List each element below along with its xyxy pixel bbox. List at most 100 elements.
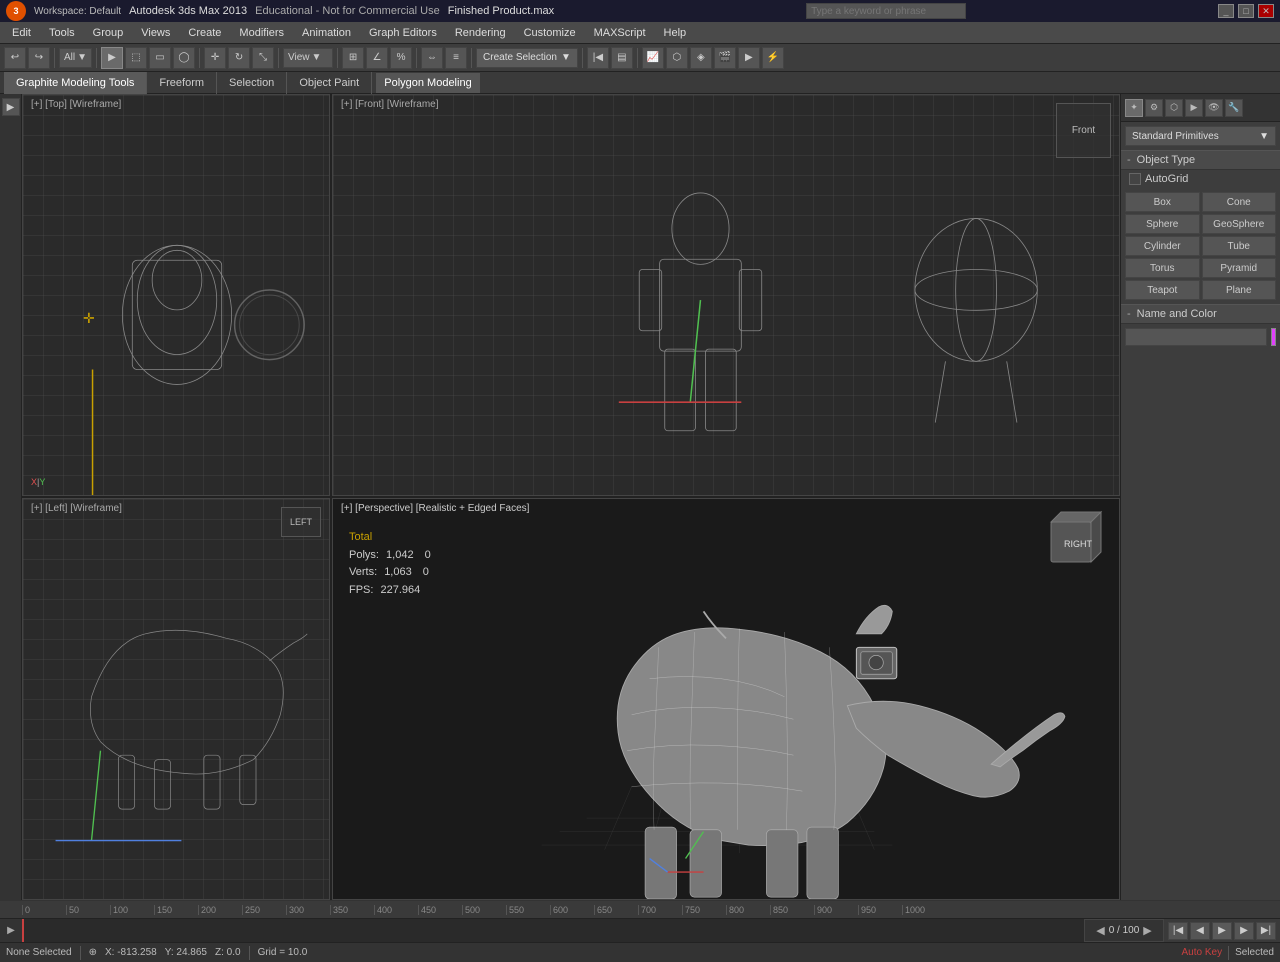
selection-filter-dropdown[interactable]: All ▼ xyxy=(59,48,92,68)
tab-graphite-modeling[interactable]: Graphite Modeling Tools xyxy=(4,72,147,94)
tab-freeform[interactable]: Freeform xyxy=(147,72,217,94)
autogrid-checkbox[interactable] xyxy=(1129,173,1141,185)
layer-manager[interactable]: ▤ xyxy=(611,47,633,69)
object-name-input[interactable] xyxy=(1125,328,1267,346)
viewport-front[interactable]: [+] [Front] [Wireframe] xyxy=(332,94,1120,496)
prev-frame-button[interactable]: ◀ xyxy=(1190,922,1210,940)
name-color-collapse[interactable]: - xyxy=(1127,308,1131,320)
select-tool[interactable]: ▶ xyxy=(101,47,123,69)
next-frame-button[interactable]: ▶ xyxy=(1234,922,1254,940)
toolbar-sep-9 xyxy=(637,48,638,68)
nav-gizmo-left[interactable]: LEFT xyxy=(281,507,321,537)
left-panel-btn-1[interactable]: ▶ xyxy=(2,98,20,116)
cone-button[interactable]: Cone xyxy=(1202,192,1277,212)
tab-selection[interactable]: Selection xyxy=(217,72,287,94)
toolbar-sep-7 xyxy=(471,48,472,68)
schematic-view[interactable]: ⬡ xyxy=(666,47,688,69)
create-selection-button[interactable]: Create Selection ▼ xyxy=(476,48,578,68)
scale-tool[interactable]: ⤡ xyxy=(252,47,274,69)
move-tool[interactable]: ✛ xyxy=(204,47,226,69)
stats-total-label: Total xyxy=(349,529,431,547)
tick-750: 750 xyxy=(682,905,726,915)
snap-toggle[interactable]: ⊞ xyxy=(342,47,364,69)
coord-y: Y: 24.865 xyxy=(165,947,207,958)
viewport-left[interactable]: [+] [Left] [Wireframe] LEFT xyxy=(22,498,330,900)
tick-550: 550 xyxy=(506,905,550,915)
viewport-perspective[interactable]: [+] [Perspective] [Realistic + Edged Fac… xyxy=(332,498,1120,900)
nav-cube-perspective[interactable]: RIGHT xyxy=(1046,507,1111,575)
view-dropdown[interactable]: View ▼ xyxy=(283,48,333,68)
percent-snap[interactable]: % xyxy=(390,47,412,69)
keyword-search-input[interactable] xyxy=(806,3,966,19)
frame-next-btn[interactable]: ▶ xyxy=(1143,924,1151,937)
rectangular-select[interactable]: ▭ xyxy=(149,47,171,69)
app-logo: 3 xyxy=(6,1,26,21)
frame-value: 0 / 100 xyxy=(1109,925,1140,936)
render-setup[interactable]: 🎬 xyxy=(714,47,736,69)
undo-button[interactable]: ↩ xyxy=(4,47,26,69)
menu-help[interactable]: Help xyxy=(656,25,695,41)
close-button[interactable]: ✕ xyxy=(1258,4,1274,18)
select-region-tool[interactable]: ⬚ xyxy=(125,47,147,69)
title-edition: Educational - Not for Commercial Use xyxy=(255,5,440,17)
box-button[interactable]: Box xyxy=(1125,192,1200,212)
tube-button[interactable]: Tube xyxy=(1202,236,1277,256)
play-button[interactable]: ▶ xyxy=(1212,922,1232,940)
autokey-label: Auto Key xyxy=(1181,947,1222,958)
cylinder-button[interactable]: Cylinder xyxy=(1125,236,1200,256)
tab-object-paint[interactable]: Object Paint xyxy=(287,72,372,94)
menu-group[interactable]: Group xyxy=(85,25,132,41)
rotate-tool[interactable]: ↻ xyxy=(228,47,250,69)
timeline-track[interactable] xyxy=(22,919,1084,942)
axis-top: X|Y xyxy=(31,477,45,487)
nav-cube-front[interactable]: Front xyxy=(1056,103,1111,158)
maximize-button[interactable]: □ xyxy=(1238,4,1254,18)
menu-views[interactable]: Views xyxy=(133,25,178,41)
geosphere-button[interactable]: GeoSphere xyxy=(1202,214,1277,234)
material-editor[interactable]: ◈ xyxy=(690,47,712,69)
tick-1000: 1000 xyxy=(902,905,946,915)
viewport-top[interactable]: [+] [Top] [Wireframe] ✛ X|Y xyxy=(22,94,330,496)
mirror-tool[interactable]: ⇔ xyxy=(421,47,443,69)
display-icon[interactable]: 👁 xyxy=(1205,99,1223,117)
quick-render[interactable]: ⚡ xyxy=(762,47,784,69)
menu-modifiers[interactable]: Modifiers xyxy=(231,25,292,41)
align-tool[interactable]: ≡ xyxy=(445,47,467,69)
menu-maxscript[interactable]: MAXScript xyxy=(586,25,654,41)
create-icon[interactable]: ✦ xyxy=(1125,99,1143,117)
curve-editor[interactable]: 📈 xyxy=(642,47,664,69)
torus-button[interactable]: Torus xyxy=(1125,258,1200,278)
pyramid-button[interactable]: Pyramid xyxy=(1202,258,1277,278)
title-bar: 3 Workspace: Default Autodesk 3ds Max 20… xyxy=(0,0,1280,22)
object-type-collapse[interactable]: - xyxy=(1127,154,1131,166)
go-start-button[interactable]: |◀ xyxy=(1168,922,1188,940)
color-swatch[interactable] xyxy=(1271,328,1276,346)
toolbar-sep-6 xyxy=(416,48,417,68)
teapot-button[interactable]: Teapot xyxy=(1125,280,1200,300)
sphere-button[interactable]: Sphere xyxy=(1125,214,1200,234)
plane-button[interactable]: Plane xyxy=(1202,280,1277,300)
lasso-select[interactable]: ◯ xyxy=(173,47,195,69)
create-sel-label: Create Selection xyxy=(483,52,557,63)
menu-tools[interactable]: Tools xyxy=(41,25,83,41)
frame-counter: ◀ 0 / 100 ▶ xyxy=(1084,919,1164,942)
frame-prev-btn[interactable]: ◀ xyxy=(1096,924,1104,937)
minimize-button[interactable]: _ xyxy=(1218,4,1234,18)
menu-customize[interactable]: Customize xyxy=(516,25,584,41)
menu-graph-editors[interactable]: Graph Editors xyxy=(361,25,445,41)
motion-icon[interactable]: ▶ xyxy=(1185,99,1203,117)
go-end-button[interactable]: ▶| xyxy=(1256,922,1276,940)
menu-rendering[interactable]: Rendering xyxy=(447,25,514,41)
named-sel-sets[interactable]: |◀ xyxy=(587,47,609,69)
redo-button[interactable]: ↪ xyxy=(28,47,50,69)
menu-create[interactable]: Create xyxy=(180,25,229,41)
hierarchy-icon[interactable]: ⬡ xyxy=(1165,99,1183,117)
modify-icon[interactable]: ⚙ xyxy=(1145,99,1163,117)
primitives-dropdown[interactable]: Standard Primitives ▼ xyxy=(1125,126,1276,146)
menu-edit[interactable]: Edit xyxy=(4,25,39,41)
render-frame[interactable]: ▶ xyxy=(738,47,760,69)
timeline-toggle[interactable]: ▶ xyxy=(0,919,22,942)
angle-snap[interactable]: ∠ xyxy=(366,47,388,69)
menu-animation[interactable]: Animation xyxy=(294,25,359,41)
utilities-icon[interactable]: 🔧 xyxy=(1225,99,1243,117)
